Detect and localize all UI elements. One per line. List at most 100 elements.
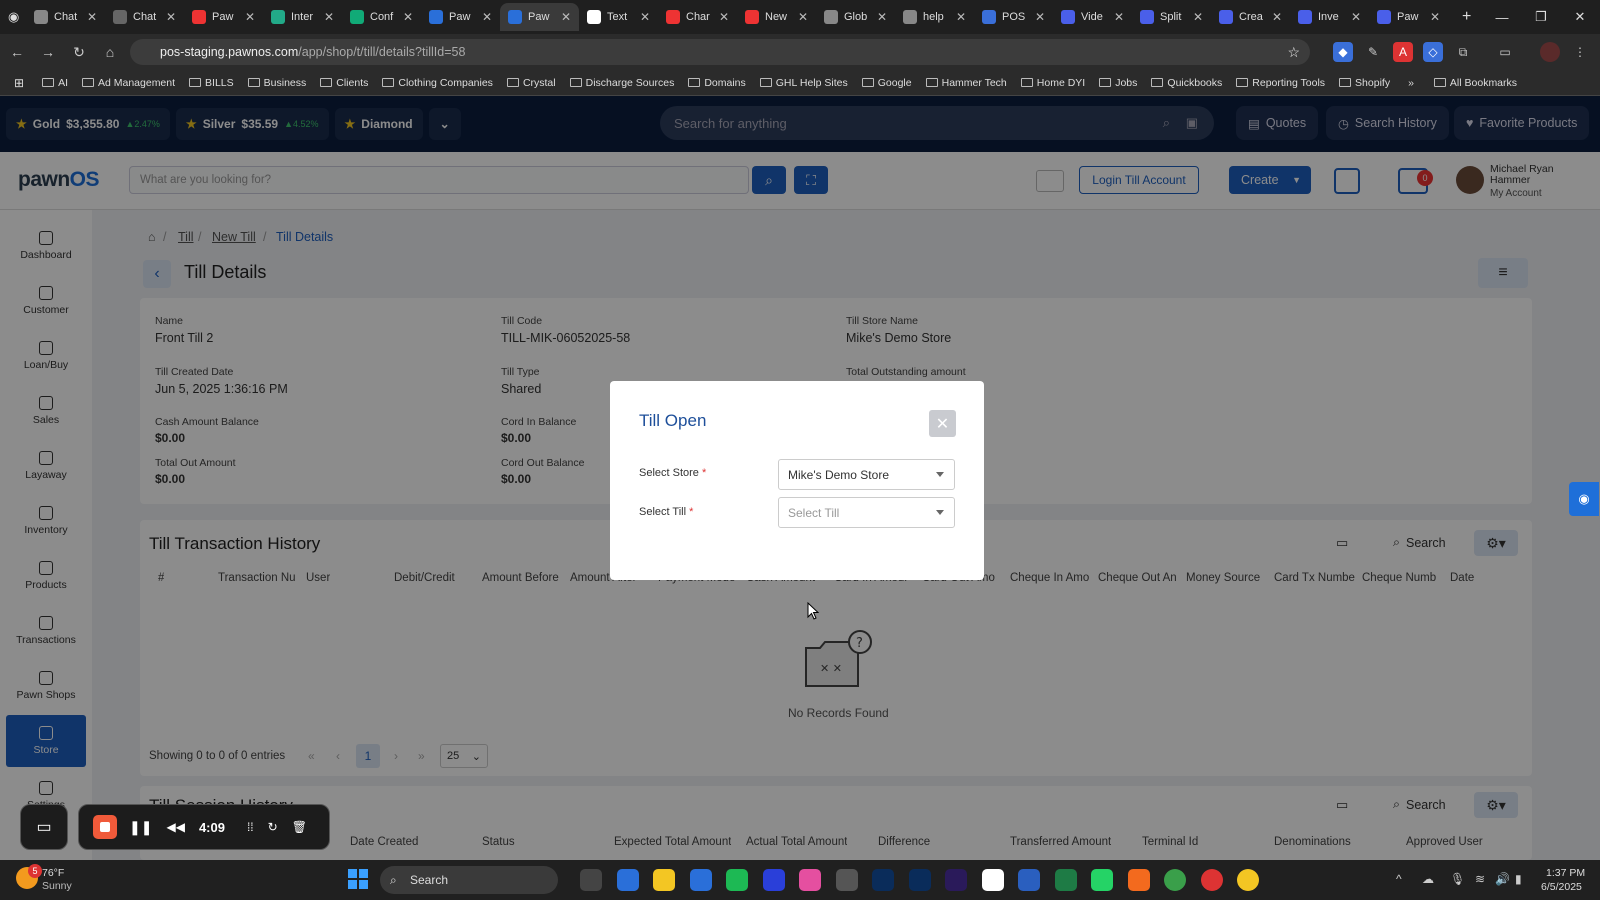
bookmark-folder[interactable]: Hammer Tech <box>925 77 1007 89</box>
tab-close-icon[interactable]: ✕ <box>87 10 97 24</box>
back-icon[interactable]: ← <box>3 38 31 66</box>
word-icon[interactable] <box>1018 869 1040 891</box>
tab-close-icon[interactable]: ✕ <box>403 10 413 24</box>
browser-tab[interactable]: Glob ✕ <box>816 3 895 31</box>
grid-icon[interactable]: ⁞⁞ <box>247 820 254 834</box>
bookmark-folder[interactable]: Home DYI <box>1020 77 1085 89</box>
chrome-icon[interactable] <box>1164 869 1186 891</box>
address-bar[interactable]: pos-staging.pawnos.com/app/shop/t/till/d… <box>130 39 1310 65</box>
bookmark-folder[interactable]: Clients <box>320 77 368 89</box>
chrome-icon[interactable] <box>1237 869 1259 891</box>
microphone-icon[interactable]: 🎙 <box>1450 872 1465 886</box>
all-bookmarks[interactable]: All Bookmarks <box>1433 77 1517 89</box>
bookmark-folder[interactable]: Quickbooks <box>1151 77 1222 89</box>
tray-overflow-icon[interactable]: ^ <box>1396 872 1402 886</box>
browser-tab[interactable]: Chat ✕ <box>105 3 184 31</box>
restart-icon[interactable]: ↻ <box>268 820 278 834</box>
chrome-menu-icon[interactable]: ⋮ <box>1570 42 1590 62</box>
davinci-icon[interactable] <box>835 869 858 891</box>
profile-icon[interactable] <box>1540 42 1560 62</box>
tab-close-icon[interactable]: ✕ <box>798 10 808 24</box>
tab-close-icon[interactable]: ✕ <box>482 10 492 24</box>
select-store-dropdown[interactable]: Mike's Demo Store <box>778 459 955 490</box>
bookmark-folder[interactable]: Shopify <box>1339 77 1390 89</box>
tab-close-icon[interactable]: ✕ <box>1193 10 1203 24</box>
file-explorer-icon[interactable] <box>580 869 602 891</box>
browser-tab[interactable]: Text ✕ <box>579 3 658 31</box>
clock-time[interactable]: 1:37 PM <box>1546 867 1585 879</box>
camera-toggle-button[interactable]: ▭ <box>20 804 68 850</box>
bookmark-folder[interactable]: Clothing Companies <box>382 77 493 89</box>
tablet-icon[interactable] <box>762 869 785 891</box>
browser-tab[interactable]: Conf ✕ <box>342 3 421 31</box>
browser-tab[interactable]: Inter ✕ <box>263 3 342 31</box>
cloud-icon[interactable]: ☁ <box>1422 872 1434 886</box>
tab-close-icon[interactable]: ✕ <box>1430 10 1440 24</box>
stop-record-button[interactable] <box>93 815 117 839</box>
bookmark-folder[interactable]: Crystal <box>506 77 556 89</box>
browser-tab[interactable]: Crea ✕ <box>1211 3 1290 31</box>
bookmark-folder[interactable]: Discharge Sources <box>569 77 674 89</box>
tab-close-icon[interactable]: ✕ <box>1035 10 1045 24</box>
tab-close-icon[interactable]: ✕ <box>1114 10 1124 24</box>
tab-close-icon[interactable]: ✕ <box>324 10 334 24</box>
photos-icon[interactable] <box>799 869 821 891</box>
folder-icon[interactable] <box>653 869 675 891</box>
spotify-icon[interactable] <box>726 869 748 891</box>
restore-icon[interactable]: ❐ <box>1522 0 1560 34</box>
extensions-puzzle-icon[interactable]: ⧉ <box>1453 42 1473 62</box>
browser-tab[interactable]: Inve ✕ <box>1290 3 1369 31</box>
calculator-icon[interactable] <box>689 869 712 891</box>
tab-close-icon[interactable]: ✕ <box>166 10 176 24</box>
tab-close-icon[interactable]: ✕ <box>245 10 255 24</box>
browser-menu-icon[interactable]: ◉ <box>8 9 26 25</box>
tab-close-icon[interactable]: ✕ <box>719 10 729 24</box>
lightroom-icon[interactable] <box>908 869 931 891</box>
taskbar-search[interactable]: ⌕ Search <box>380 866 558 894</box>
trash-icon[interactable]: 🗑 <box>292 820 307 834</box>
bookmark-folder[interactable]: Reporting Tools <box>1236 77 1325 89</box>
modal-close-button[interactable]: ✕ <box>929 410 956 437</box>
snip-icon[interactable] <box>616 869 639 891</box>
bookmark-folder[interactable]: Ad Management <box>81 77 175 89</box>
excel-icon[interactable] <box>1054 869 1077 891</box>
tab-close-icon[interactable]: ✕ <box>1351 10 1361 24</box>
forward-icon[interactable]: → <box>34 38 62 66</box>
chrome-icon[interactable] <box>1200 869 1223 891</box>
clock-date[interactable]: 6/5/2025 <box>1541 881 1582 893</box>
select-till-dropdown[interactable]: Select Till <box>778 497 955 528</box>
extension-icon[interactable]: ◇ <box>1423 42 1443 62</box>
bookmark-folder[interactable]: Domains <box>688 77 746 89</box>
wifi-icon[interactable]: ≋ <box>1475 872 1485 886</box>
browser-tab[interactable]: Paw ✕ <box>1369 3 1448 31</box>
browser-tab[interactable]: Chat ✕ <box>26 3 105 31</box>
browser-tab[interactable]: Paw ✕ <box>421 3 500 31</box>
bookmark-folder[interactable]: AI <box>42 77 68 89</box>
browser-tab[interactable]: help ✕ <box>895 3 974 31</box>
capcut-icon[interactable] <box>981 869 1004 891</box>
rewind-icon[interactable]: ◀◀ <box>166 820 184 834</box>
new-tab-icon[interactable]: + <box>1462 8 1471 26</box>
tab-close-icon[interactable]: ✕ <box>561 10 571 24</box>
battery-icon[interactable]: ▮ <box>1515 872 1522 886</box>
whatsapp-icon[interactable] <box>1091 869 1113 891</box>
bookmark-folder[interactable]: Jobs <box>1099 77 1137 89</box>
browser-tab[interactable]: Vide ✕ <box>1053 3 1132 31</box>
browser-tab[interactable]: New ✕ <box>737 3 816 31</box>
browser-tab[interactable]: Char ✕ <box>658 3 737 31</box>
bookmark-folder[interactable]: Google <box>861 77 912 89</box>
bookmark-folder[interactable]: Business <box>247 77 306 89</box>
sidebar-icon[interactable]: ▭ <box>1495 42 1515 62</box>
home-icon[interactable]: ⌂ <box>96 38 124 66</box>
bookmark-star-icon[interactable]: ☆ <box>1287 44 1300 61</box>
bookmark-folder[interactable]: GHL Help Sites <box>759 77 848 89</box>
browser-tab[interactable]: POS ✕ <box>974 3 1053 31</box>
rush-icon[interactable] <box>945 869 967 891</box>
photoshop-icon[interactable] <box>872 869 894 891</box>
pen-extension-icon[interactable]: ✎ <box>1363 42 1383 62</box>
windows-start-icon[interactable] <box>348 869 368 889</box>
apps-grid-icon[interactable]: ⊞ <box>14 76 24 90</box>
tab-close-icon[interactable]: ✕ <box>877 10 887 24</box>
minimize-icon[interactable]: — <box>1483 0 1521 34</box>
reload-icon[interactable]: ↻ <box>65 38 93 66</box>
